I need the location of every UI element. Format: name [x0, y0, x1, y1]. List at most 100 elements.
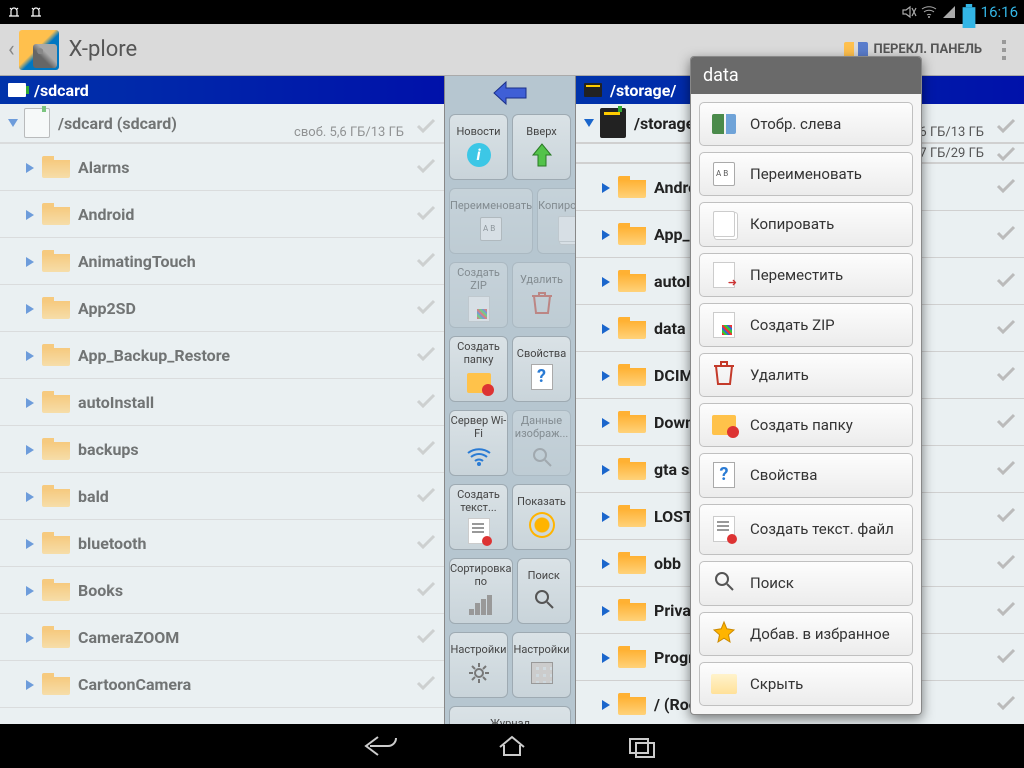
folder-item[interactable]: Books	[0, 567, 444, 614]
check-icon[interactable]	[996, 554, 1016, 570]
expand-arrow-icon[interactable]	[600, 368, 614, 382]
left-pane[interactable]: /sdcard /sdcard (sdcard) своб. 5,6 ГБ/13…	[0, 76, 444, 724]
collapse-arrow-icon[interactable]	[582, 116, 596, 130]
context-menu-item[interactable]: Создать текст. файл	[699, 504, 913, 556]
check-icon[interactable]	[416, 393, 436, 409]
tool-search[interactable]: Поиск	[517, 558, 572, 624]
check-icon[interactable]	[416, 158, 436, 174]
tool-log[interactable]: Журнал	[449, 706, 571, 724]
folder-item[interactable]: backups	[0, 426, 444, 473]
expand-arrow-icon[interactable]	[600, 650, 614, 664]
back-chevron-icon[interactable]: ‹	[8, 37, 15, 62]
expand-arrow-icon[interactable]	[24, 583, 38, 597]
nav-back-button[interactable]	[362, 731, 402, 761]
expand-arrow-icon[interactable]	[600, 274, 614, 288]
expand-arrow-icon[interactable]	[600, 603, 614, 617]
nav-home-button[interactable]	[492, 731, 532, 761]
context-menu-item[interactable]: Отобр. слева	[699, 102, 913, 146]
expand-arrow-icon[interactable]	[600, 556, 614, 570]
folder-item[interactable]: bald	[0, 473, 444, 520]
expand-arrow-icon[interactable]	[24, 677, 38, 691]
check-icon[interactable]	[416, 299, 436, 315]
check-icon[interactable]	[996, 366, 1016, 382]
file-root[interactable]: /sdcard (sdcard) своб. 5,6 ГБ/13 ГБ	[0, 104, 444, 144]
context-menu-item[interactable]: ? Свойства	[699, 453, 913, 497]
check-icon[interactable]	[416, 675, 436, 691]
check-icon[interactable]	[996, 146, 1016, 162]
nav-recent-button[interactable]	[622, 731, 662, 761]
expand-arrow-icon[interactable]	[24, 207, 38, 221]
tool-wifi[interactable]: Сервер Wi-Fi	[449, 410, 508, 476]
expand-arrow-icon[interactable]	[24, 254, 38, 268]
context-menu-item[interactable]: Переименовать	[699, 152, 913, 196]
folder-item[interactable]: bluetooth	[0, 520, 444, 567]
check-icon[interactable]	[996, 178, 1016, 194]
check-icon[interactable]	[416, 628, 436, 644]
expand-arrow-icon[interactable]	[600, 462, 614, 476]
expand-arrow-icon[interactable]	[600, 697, 614, 711]
check-icon[interactable]	[416, 346, 436, 362]
tool-settings2[interactable]: Настройки	[512, 632, 571, 698]
expand-arrow-icon[interactable]	[24, 348, 38, 362]
folder-item[interactable]: AnimatingTouch	[0, 238, 444, 285]
check-icon[interactable]	[996, 695, 1016, 711]
expand-arrow-icon[interactable]	[600, 227, 614, 241]
check-icon[interactable]	[996, 225, 1016, 241]
expand-arrow-icon[interactable]	[24, 630, 38, 644]
tool-up[interactable]: Вверх	[512, 114, 571, 180]
check-icon[interactable]	[416, 581, 436, 597]
check-icon[interactable]	[996, 601, 1016, 617]
context-menu-item[interactable]: Добав. в избранное	[699, 612, 913, 656]
check-icon[interactable]	[996, 319, 1016, 335]
expand-arrow-icon[interactable]	[24, 536, 38, 550]
tool-props[interactable]: Свойства?	[512, 336, 571, 402]
check-icon[interactable]	[416, 205, 436, 221]
check-icon[interactable]	[416, 118, 436, 134]
check-icon[interactable]	[996, 648, 1016, 664]
overflow-menu-button[interactable]	[992, 34, 1016, 66]
tool-new-text[interactable]: Создать текст...	[449, 484, 508, 550]
check-icon[interactable]	[996, 507, 1016, 523]
context-menu-item[interactable]: Создать папку	[699, 403, 913, 447]
folder-item[interactable]: Alarms	[0, 144, 444, 191]
context-menu-item[interactable]: Создать ZIP	[699, 303, 913, 347]
collapse-arrow-icon[interactable]	[6, 116, 20, 130]
expand-arrow-icon[interactable]	[24, 160, 38, 174]
app-icon[interactable]	[19, 30, 59, 70]
expand-arrow-icon[interactable]	[24, 395, 38, 409]
check-icon[interactable]	[996, 460, 1016, 476]
folder-item[interactable]: autoInstall	[0, 379, 444, 426]
tool-sort[interactable]: Сортировка по	[449, 558, 513, 624]
context-menu-item[interactable]: Копировать	[699, 202, 913, 246]
expand-arrow-icon[interactable]	[600, 180, 614, 194]
tool-settings[interactable]: Настройки	[449, 632, 508, 698]
direction-arrow-icon[interactable]	[445, 76, 575, 110]
context-menu-label: Создать папку	[750, 416, 853, 434]
folder-item[interactable]: Android	[0, 191, 444, 238]
context-menu-item[interactable]: Удалить	[699, 353, 913, 397]
check-icon[interactable]	[416, 440, 436, 456]
tool-show[interactable]: Показать	[512, 484, 571, 550]
check-icon[interactable]	[996, 118, 1016, 134]
expand-arrow-icon[interactable]	[24, 489, 38, 503]
expand-arrow-icon[interactable]	[600, 415, 614, 429]
context-menu-item[interactable]: Переместить	[699, 253, 913, 297]
expand-arrow-icon[interactable]	[600, 321, 614, 335]
debug-icon	[6, 4, 22, 20]
expand-arrow-icon[interactable]	[600, 509, 614, 523]
check-icon[interactable]	[416, 534, 436, 550]
expand-arrow-icon[interactable]	[24, 301, 38, 315]
folder-item[interactable]: App_Backup_Restore	[0, 332, 444, 379]
folder-item[interactable]: CartoonCamera	[0, 661, 444, 708]
tool-new-folder[interactable]: Создать папку	[449, 336, 508, 402]
context-menu-item[interactable]: Поиск	[699, 561, 913, 605]
folder-item[interactable]: CameraZOOM	[0, 614, 444, 661]
check-icon[interactable]	[996, 413, 1016, 429]
check-icon[interactable]	[996, 272, 1016, 288]
folder-item[interactable]: App2SD	[0, 285, 444, 332]
check-icon[interactable]	[416, 252, 436, 268]
context-menu-item[interactable]: Скрыть	[699, 662, 913, 706]
check-icon[interactable]	[416, 487, 436, 503]
tool-news[interactable]: Новостиi	[449, 114, 508, 180]
expand-arrow-icon[interactable]	[24, 442, 38, 456]
